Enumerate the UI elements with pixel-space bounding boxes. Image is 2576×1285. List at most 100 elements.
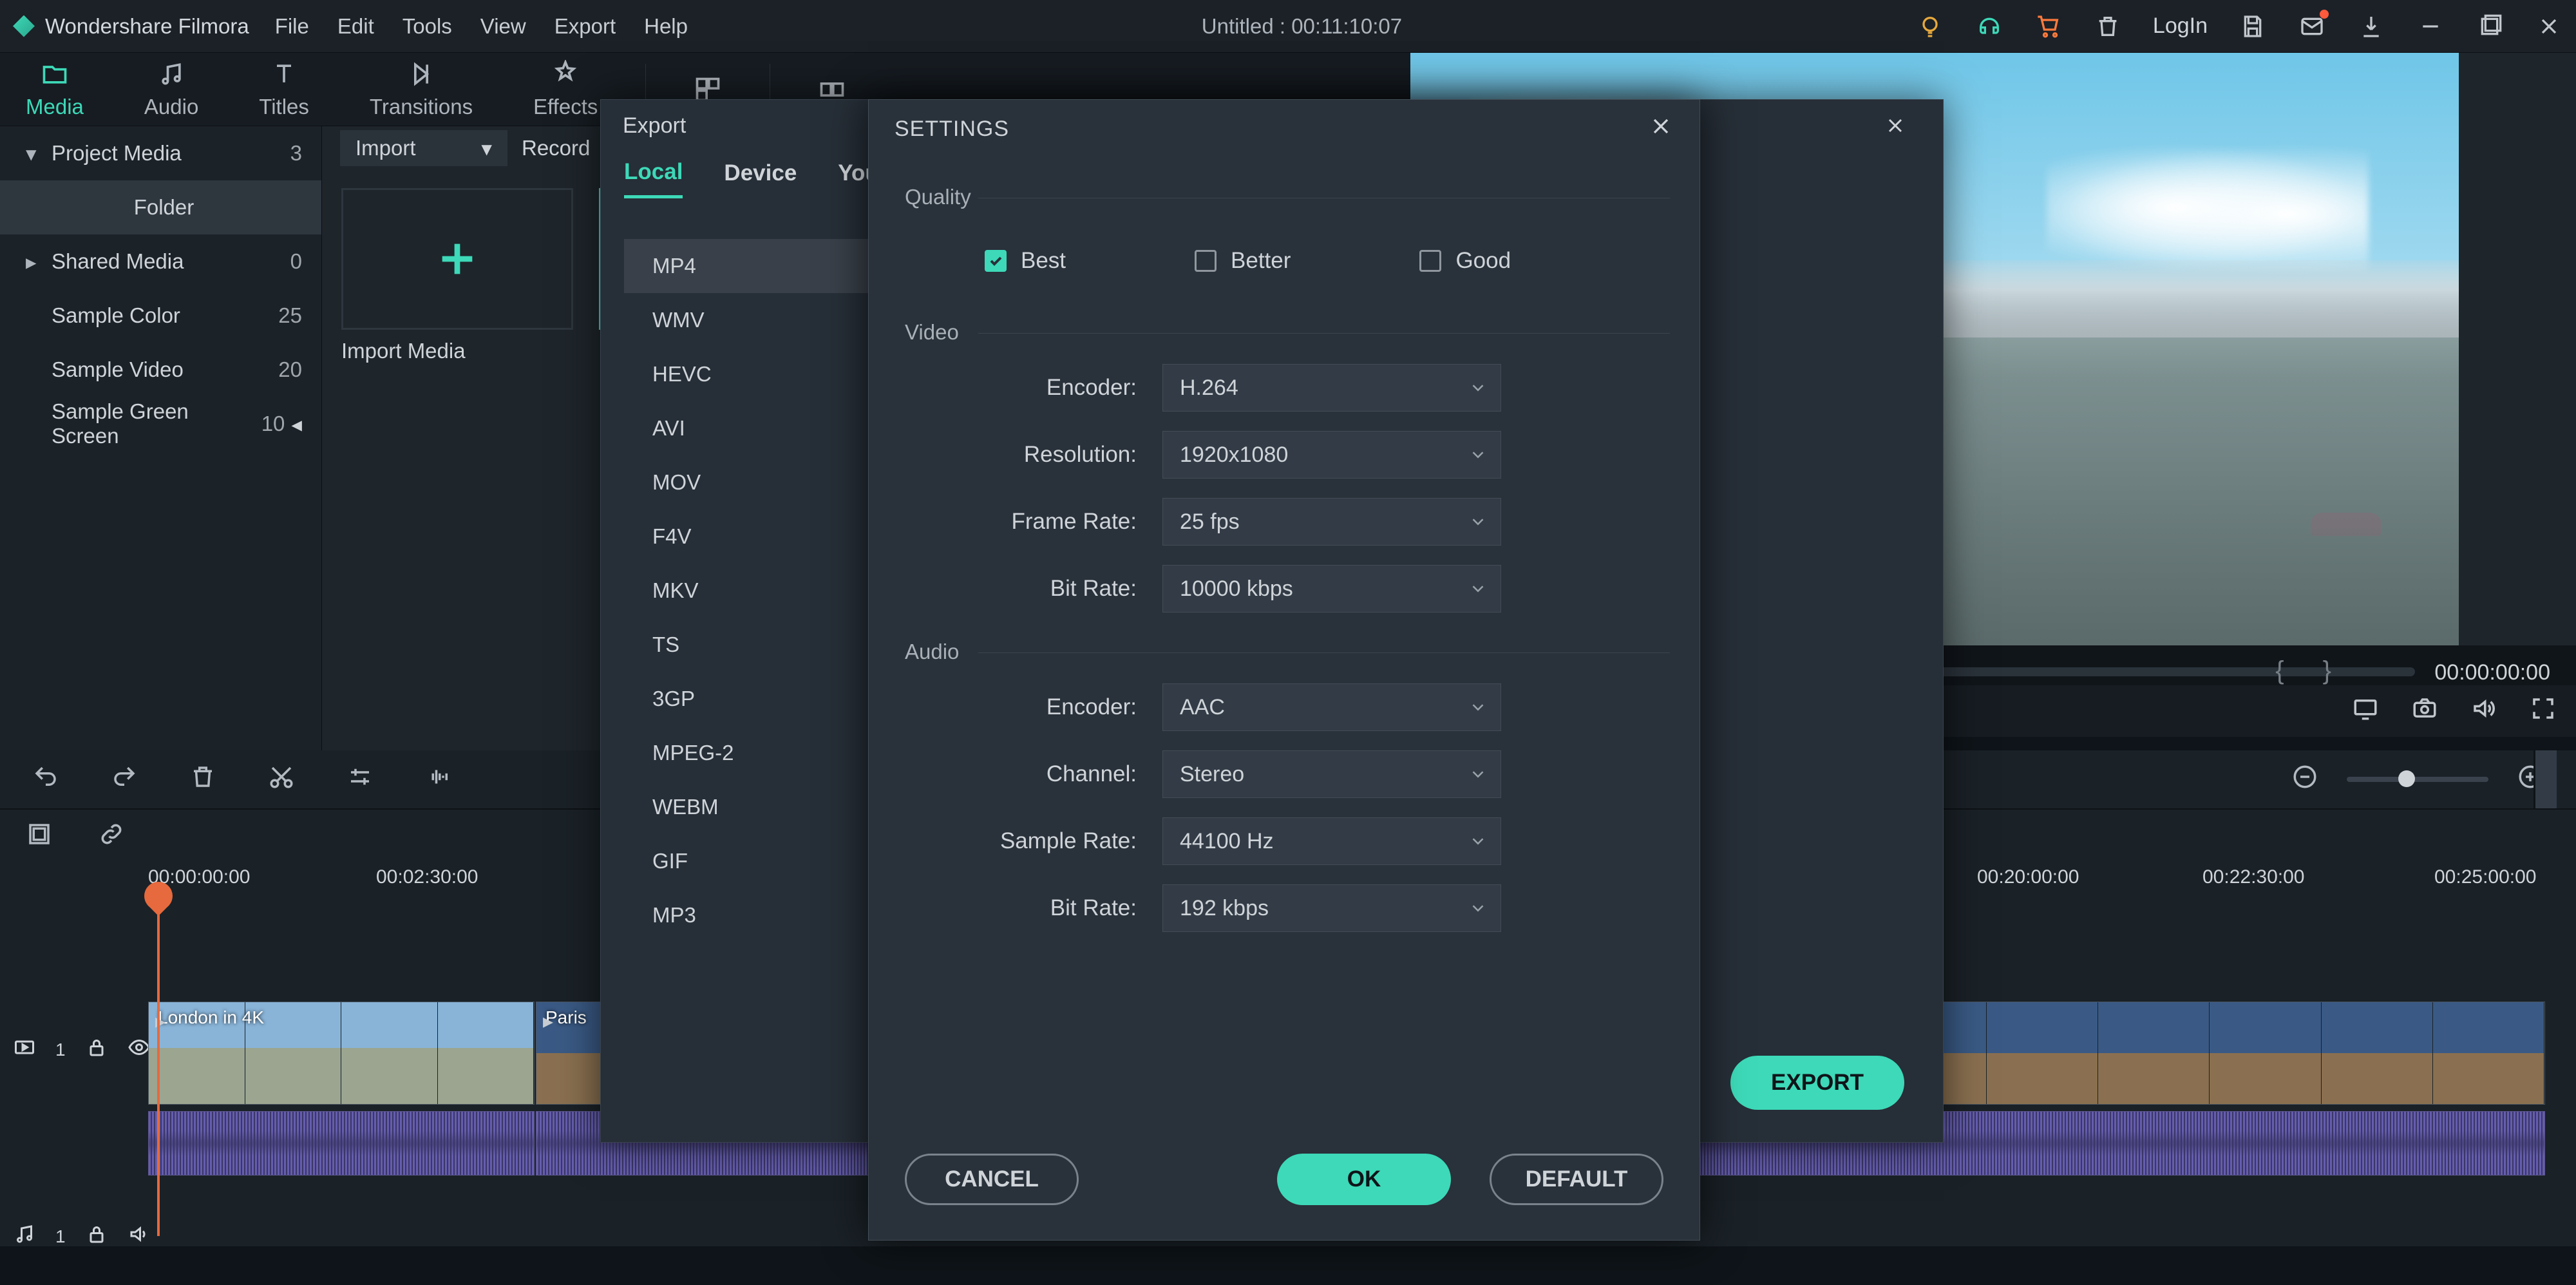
lock-icon[interactable]	[85, 1036, 108, 1064]
eye-icon[interactable]	[128, 1036, 151, 1064]
link-icon[interactable]	[98, 821, 125, 853]
zoom-slider[interactable]	[2347, 777, 2488, 782]
audio-encoder-value: AAC	[1180, 695, 1225, 720]
format-ts[interactable]: TS	[624, 618, 874, 672]
lock-icon[interactable]	[85, 1223, 108, 1251]
pm-project-media[interactable]: ▾ Project Media 3	[0, 126, 321, 180]
format-gif[interactable]: GIF	[624, 834, 874, 888]
export-close-icon[interactable]	[1870, 100, 1921, 151]
audio-bitrate-select[interactable]: 192 kbps	[1162, 884, 1501, 932]
selection-icon[interactable]	[26, 821, 53, 853]
settings-sliders-icon[interactable]	[346, 763, 374, 795]
playhead[interactable]	[157, 901, 160, 1236]
pm-video[interactable]: Sample Video 20	[0, 343, 321, 397]
video-resolution-label: Resolution:	[905, 442, 1137, 468]
speaker-icon[interactable]	[128, 1223, 151, 1251]
display-icon[interactable]	[2352, 695, 2379, 727]
delete-icon[interactable]	[189, 763, 216, 795]
close-window-icon[interactable]	[2535, 12, 2563, 41]
menu-edit[interactable]: Edit	[337, 14, 374, 39]
save-icon[interactable]	[2239, 12, 2267, 41]
import-media-tile[interactable]	[341, 188, 573, 330]
quality-good[interactable]: Good	[1419, 248, 1511, 274]
format-hevc[interactable]: HEVC	[624, 347, 874, 401]
export-tab-local[interactable]: Local	[624, 159, 683, 198]
menu-view[interactable]: View	[480, 14, 526, 39]
pm-color[interactable]: Sample Color 25	[0, 289, 321, 343]
settings-close-icon[interactable]	[1648, 113, 1674, 144]
quality-best[interactable]: Best	[985, 248, 1066, 274]
zoom-out-icon[interactable]	[2291, 763, 2318, 795]
record-button[interactable]: Record	[522, 136, 590, 160]
tab-titles[interactable]: Titles	[259, 60, 309, 119]
cut-icon[interactable]	[268, 763, 295, 795]
cart-icon[interactable]	[2034, 12, 2063, 41]
pm-video-count: 20	[278, 357, 302, 382]
format-avi[interactable]: AVI	[624, 401, 874, 455]
quality-best-label: Best	[1021, 248, 1066, 274]
timeline-fit-icon[interactable]	[2533, 750, 2557, 808]
format-f4v[interactable]: F4V	[624, 509, 874, 564]
ok-button[interactable]: OK	[1277, 1154, 1451, 1205]
fullscreen-icon[interactable]	[2530, 695, 2557, 727]
mail-icon-wrap[interactable]	[2298, 12, 2326, 41]
audio-waveform-icon[interactable]	[425, 763, 452, 795]
pm-shared[interactable]: ▸ Shared Media 0	[0, 234, 321, 289]
maximize-icon[interactable]	[2476, 12, 2504, 41]
format-mp3[interactable]: MP3	[624, 888, 874, 942]
format-mov[interactable]: MOV	[624, 455, 874, 509]
login-link[interactable]: LogIn	[2153, 14, 2208, 39]
undo-icon[interactable]	[32, 763, 59, 795]
menu-export[interactable]: Export	[554, 14, 616, 39]
notification-dot	[2320, 10, 2329, 19]
video-encoder-label: Encoder:	[905, 375, 1137, 401]
import-dropdown[interactable]: Import▾	[340, 130, 507, 166]
audio-channel-label: Channel:	[905, 761, 1137, 787]
headset-icon[interactable]	[1975, 12, 2003, 41]
audio-channel-select[interactable]: Stereo	[1162, 750, 1501, 798]
tab-effects[interactable]: Effects	[533, 60, 598, 119]
volume-icon[interactable]	[2470, 695, 2497, 727]
chevron-left-icon: ◂	[291, 412, 302, 437]
format-mpeg2[interactable]: MPEG-2	[624, 726, 874, 780]
format-3gp[interactable]: 3GP	[624, 672, 874, 726]
pm-video-label: Sample Video	[52, 357, 278, 382]
idea-icon[interactable]	[1916, 12, 1944, 41]
format-webm[interactable]: WEBM	[624, 780, 874, 834]
menu-help[interactable]: Help	[644, 14, 688, 39]
menu-tools[interactable]: Tools	[402, 14, 452, 39]
tab-audio[interactable]: Audio	[144, 60, 198, 119]
quality-better[interactable]: Better	[1195, 248, 1291, 274]
audio-clip-1[interactable]	[148, 1111, 535, 1176]
format-wmv[interactable]: WMV	[624, 293, 874, 347]
default-button[interactable]: DEFAULT	[1490, 1154, 1663, 1205]
download-icon[interactable]	[2357, 12, 2385, 41]
tab-transitions[interactable]: Transitions	[370, 60, 473, 119]
quality-good-label: Good	[1455, 248, 1511, 274]
redo-icon[interactable]	[111, 763, 138, 795]
pm-folder[interactable]: Folder 3	[0, 180, 321, 234]
cancel-button[interactable]: CANCEL	[905, 1154, 1079, 1205]
quality-section-label: Quality	[905, 185, 1663, 209]
tab-media[interactable]: Media	[26, 60, 84, 119]
quality-better-label: Better	[1231, 248, 1291, 274]
format-mkv[interactable]: MKV	[624, 564, 874, 618]
minimize-icon[interactable]	[2416, 12, 2445, 41]
menu-file[interactable]: File	[275, 14, 309, 39]
video-clip-1[interactable]: London in 4K ▸	[148, 1002, 535, 1105]
export-button[interactable]: EXPORT	[1730, 1056, 1904, 1110]
export-tab-device[interactable]: Device	[724, 160, 797, 196]
video-encoder-select[interactable]: H.264	[1162, 364, 1501, 412]
audio-samplerate-select[interactable]: 44100 Hz	[1162, 817, 1501, 865]
settings-titlebar: SETTINGS	[869, 100, 1700, 158]
video-framerate-select[interactable]: 25 fps	[1162, 498, 1501, 546]
audio-encoder-select[interactable]: AAC	[1162, 683, 1501, 731]
video-resolution-select[interactable]: 1920x1080	[1162, 431, 1501, 479]
trash-icon[interactable]	[2094, 12, 2122, 41]
video-bitrate-select[interactable]: 10000 kbps	[1162, 565, 1501, 613]
zoom-slider-handle[interactable]	[2398, 770, 2415, 787]
menubar: Wondershare Filmora File Edit Tools View…	[0, 0, 2576, 53]
pm-green[interactable]: Sample Green Screen 10 ◂	[0, 397, 321, 451]
format-mp4[interactable]: MP4	[624, 239, 874, 293]
snapshot-icon[interactable]	[2411, 695, 2438, 727]
